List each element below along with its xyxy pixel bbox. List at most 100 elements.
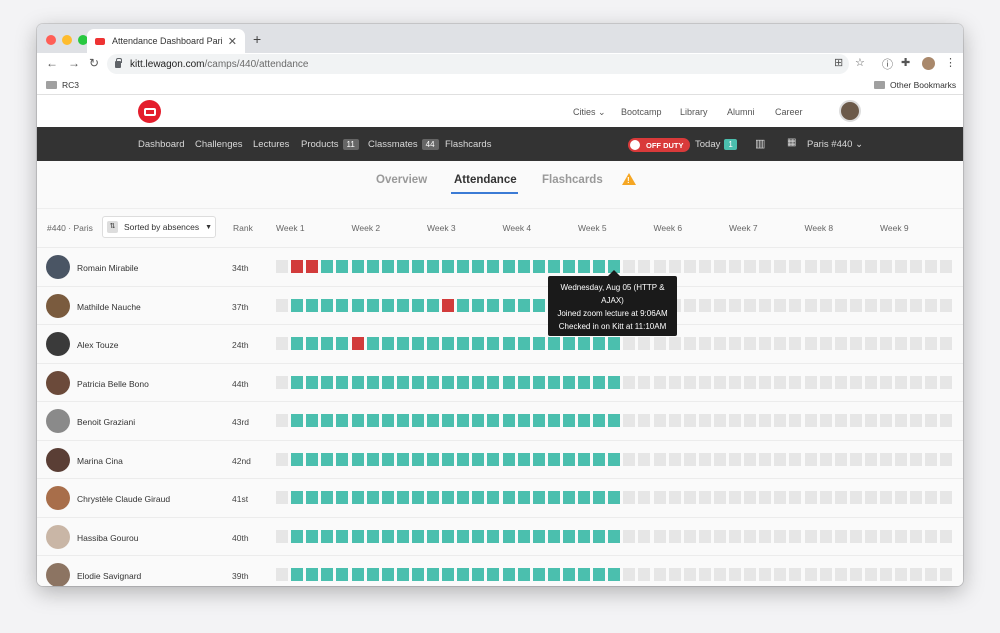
minimize-window-button[interactable] [62,35,72,45]
back-icon[interactable]: ← [46,56,58,70]
attendance-day-cell[interactable] [864,491,877,504]
student-avatar[interactable] [46,563,70,586]
attendance-day-cell[interactable] [910,260,923,273]
attendance-day-cell[interactable] [849,568,862,581]
attendance-day-cell[interactable] [396,491,409,504]
attendance-day-cell[interactable] [608,529,621,543]
attendance-day-cell[interactable] [698,414,711,427]
student-row[interactable]: Chrystèle Claude Giraud 41st [37,478,963,517]
attendance-day-cell[interactable] [925,298,938,312]
attendance-day-cell[interactable] [698,452,711,466]
attendance-day-cell[interactable] [849,298,862,312]
attendance-day-cell[interactable] [547,491,560,504]
attendance-day-cell[interactable] [351,337,364,350]
attendance-day-cell[interactable] [910,337,923,350]
attendance-day-cell[interactable] [276,568,288,581]
attendance-day-cell[interactable] [532,298,545,312]
attendance-day-cell[interactable] [713,375,726,389]
student-avatar[interactable] [46,293,70,318]
attendance-day-cell[interactable] [713,568,726,581]
attendance-day-cell[interactable] [804,414,817,427]
attendance-day-cell[interactable] [698,260,711,273]
attendance-day-cell[interactable] [849,375,862,389]
attendance-day-cell[interactable] [864,298,877,312]
attendance-day-cell[interactable] [427,568,439,581]
attendance-day-cell[interactable] [457,375,470,389]
attendance-day-cell[interactable] [517,375,530,389]
attendance-day-cell[interactable] [925,337,938,350]
attendance-day-cell[interactable] [502,491,515,504]
attendance-day-cell[interactable] [562,568,575,581]
attendance-day-cell[interactable] [834,298,847,312]
user-avatar[interactable] [839,100,861,122]
attendance-day-cell[interactable] [578,260,590,273]
student-name[interactable]: Benoit Graziani [77,417,135,427]
attendance-day-cell[interactable] [351,414,364,427]
attendance-day-cell[interactable] [638,375,651,389]
attendance-day-cell[interactable] [593,260,606,273]
attendance-day-cell[interactable] [547,260,560,273]
extensions-puzzle-icon[interactable]: ✚ [901,56,910,69]
attendance-day-cell[interactable] [683,491,696,504]
attendance-day-cell[interactable] [502,414,515,427]
student-row[interactable]: Alex Touze 24th [37,324,963,363]
attendance-day-cell[interactable] [653,529,666,543]
nav-flashcards[interactable]: Flashcards [445,139,491,150]
attendance-day-cell[interactable] [668,529,681,543]
attendance-day-cell[interactable] [276,414,288,427]
attendance-day-cell[interactable] [442,529,455,543]
student-row[interactable]: Mathilde Nauche 37th [37,285,963,325]
attendance-day-cell[interactable] [442,298,455,312]
attendance-day-cell[interactable] [502,337,515,350]
attendance-day-cell[interactable] [925,568,938,581]
attendance-day-cell[interactable] [804,568,817,581]
student-row[interactable]: Hassiba Gourou 40th [37,516,963,556]
attendance-day-cell[interactable] [562,337,575,350]
attendance-day-cell[interactable] [880,452,892,466]
nav-lectures[interactable]: Lectures [253,139,289,150]
attendance-day-cell[interactable] [336,414,349,427]
attendance-day-cell[interactable] [487,452,500,466]
sort-dropdown[interactable]: ⇅ Sorted by absences ▼ [102,216,216,238]
attendance-day-cell[interactable] [411,260,424,273]
nav-link-cities[interactable]: Cities ⌄ [573,107,606,118]
attendance-day-cell[interactable] [910,491,923,504]
attendance-day-cell[interactable] [532,260,545,273]
attendance-day-cell[interactable] [683,337,696,350]
attendance-day-cell[interactable] [880,298,892,312]
attendance-day-cell[interactable] [713,452,726,466]
attendance-day-cell[interactable] [638,529,651,543]
attendance-day-cell[interactable] [427,452,439,466]
attendance-day-cell[interactable] [880,375,892,389]
attendance-day-cell[interactable] [623,452,636,466]
translate-icon[interactable]: ⊞ [834,56,843,69]
attendance-day-cell[interactable] [774,375,787,389]
attendance-day-cell[interactable] [457,414,470,427]
attendance-day-cell[interactable] [774,298,787,312]
attendance-day-cell[interactable] [487,298,500,312]
attendance-day-cell[interactable] [306,491,319,504]
browser-tab[interactable]: Attendance Dashboard Paris # ✕ [87,29,245,53]
attendance-day-cell[interactable] [517,568,530,581]
attendance-day-cell[interactable] [321,260,334,273]
duty-toggle[interactable]: OFF DUTY [628,138,690,152]
attendance-day-cell[interactable] [729,298,741,312]
attendance-day-cell[interactable] [940,529,953,543]
attendance-day-cell[interactable] [336,529,349,543]
attendance-day-cell[interactable] [411,529,424,543]
attendance-day-cell[interactable] [442,337,455,350]
attendance-day-cell[interactable] [547,529,560,543]
attendance-day-cell[interactable] [321,337,334,350]
attendance-day-cell[interactable] [608,375,621,389]
attendance-day-cell[interactable] [396,529,409,543]
attendance-day-cell[interactable] [427,414,439,427]
attendance-day-cell[interactable] [532,568,545,581]
attendance-day-cell[interactable] [306,414,319,427]
tab-overview[interactable]: Overview [376,174,427,186]
attendance-day-cell[interactable] [910,375,923,389]
attendance-day-cell[interactable] [578,414,590,427]
attendance-day-cell[interactable] [744,529,757,543]
attendance-day-cell[interactable] [683,375,696,389]
attendance-day-cell[interactable] [547,337,560,350]
attendance-day-cell[interactable] [759,529,772,543]
